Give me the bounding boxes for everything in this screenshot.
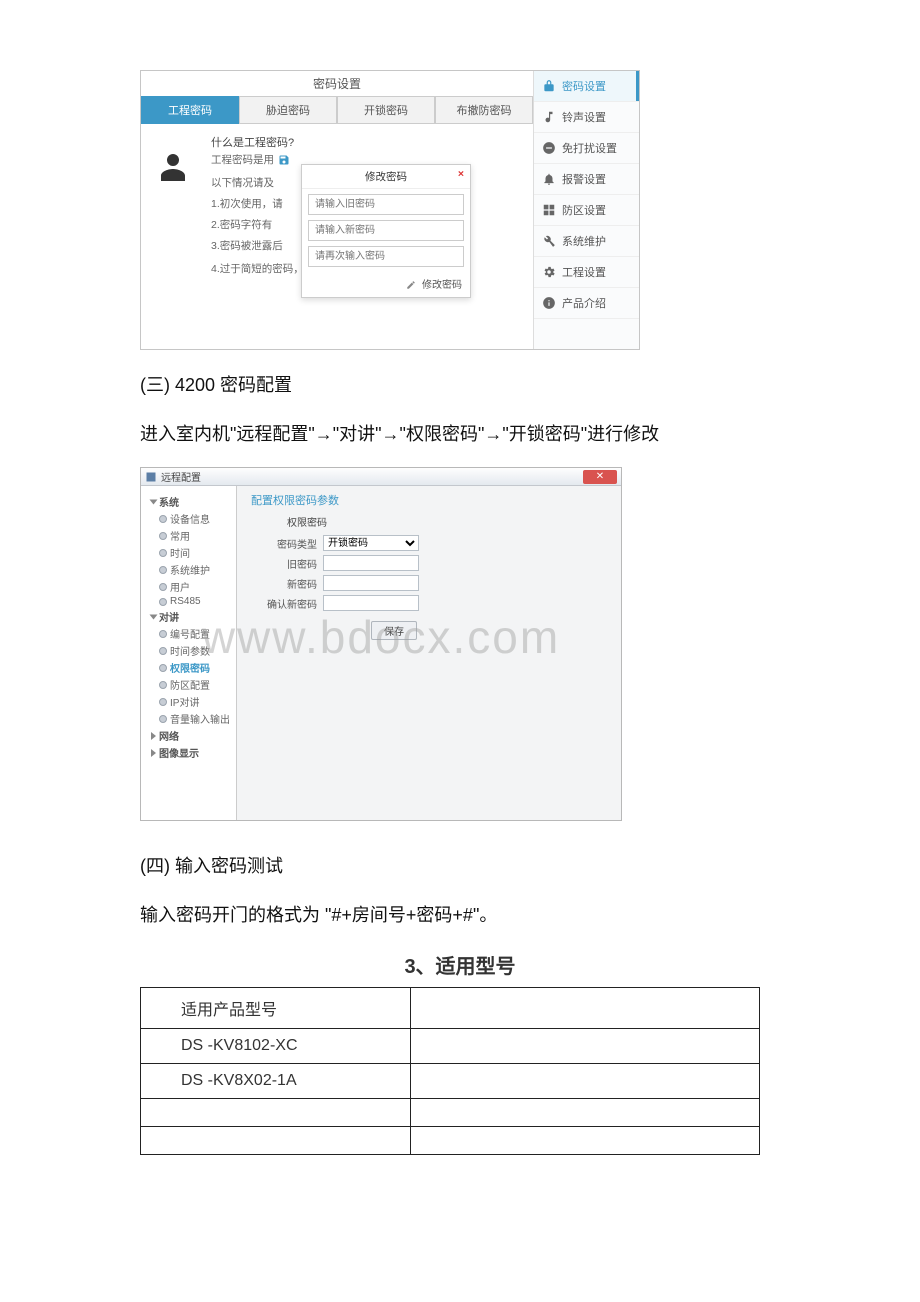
music-icon (542, 110, 556, 124)
lbl-new: 新密码 (251, 576, 317, 591)
tree-group-image[interactable]: 图像显示 (151, 745, 234, 760)
desc-text: 工程密码是用 (211, 152, 274, 167)
dnd-icon (542, 141, 556, 155)
save-icon (278, 154, 290, 166)
remote-config-window: 远程配置 ✕ 系统 设备信息 常用 时间 系统维护 用户 RS485 (140, 467, 622, 821)
settings-sidemenu: 密码设置 铃声设置 免打扰设置 报警设置 防区设置 系统维护 (533, 71, 639, 349)
question-text: 什么是工程密码? (211, 134, 523, 150)
tree-group-system[interactable]: 系统 (151, 494, 234, 509)
tab-engineering[interactable]: 工程密码 (141, 96, 239, 124)
side-label: 防区设置 (562, 202, 606, 218)
modal-title: 修改密码 (365, 169, 407, 184)
side-maint[interactable]: 系统维护 (534, 226, 639, 257)
tree-item[interactable]: 常用 (159, 528, 234, 543)
tree-item[interactable]: 设备信息 (159, 511, 234, 526)
wrench-icon (542, 234, 556, 248)
tree-item[interactable]: RS485 (159, 596, 234, 607)
tab-duress[interactable]: 胁迫密码 (239, 96, 337, 124)
section4-title: (四) 输入密码测试 (140, 851, 780, 882)
side-label: 工程设置 (562, 264, 606, 280)
section3-title: (三) 4200 密码配置 (140, 370, 780, 401)
confirm-password-input[interactable] (308, 246, 464, 267)
config-tree: 系统 设备信息 常用 时间 系统维护 用户 RS485 对讲 (141, 486, 237, 820)
side-label: 系统维护 (562, 233, 606, 249)
side-alarm[interactable]: 报警设置 (534, 164, 639, 195)
side-password[interactable]: 密码设置 (534, 71, 639, 102)
pwd-type-select[interactable]: 开锁密码 (323, 535, 419, 551)
avatar-icon (155, 146, 191, 186)
modal-action[interactable]: 修改密码 (422, 280, 462, 291)
panel-title: 密码设置 (141, 71, 533, 96)
side-ringtone[interactable]: 铃声设置 (534, 102, 639, 133)
lbl-type: 密码类型 (251, 536, 317, 551)
tree-item[interactable]: 音量输入输出 (159, 711, 234, 726)
tree-group-intercom[interactable]: 对讲 (151, 609, 234, 624)
tree-item[interactable]: 系统维护 (159, 562, 234, 577)
tree-item[interactable]: 时间参数 (159, 643, 234, 658)
tree-item[interactable]: IP对讲 (159, 694, 234, 709)
tree-item[interactable]: 防区配置 (159, 677, 234, 692)
close-icon[interactable]: ✕ (583, 470, 617, 484)
lbl-confirm: 确认新密码 (251, 596, 317, 611)
side-label: 产品介绍 (562, 295, 606, 311)
cfg-subtitle: 权限密码 (287, 514, 607, 529)
side-label: 免打扰设置 (562, 140, 617, 156)
side-label: 铃声设置 (562, 109, 606, 125)
gear-icon (542, 265, 556, 279)
cfg-title: 配置权限密码参数 (251, 492, 607, 508)
tree-group-network[interactable]: 网络 (151, 728, 234, 743)
change-password-modal: 修改密码 × 修改密码 (301, 164, 471, 298)
old-pwd-input[interactable] (323, 555, 419, 571)
models-heading: 3、适用型号 (140, 950, 780, 979)
window-title: 远程配置 (161, 469, 201, 484)
table-row: DS -KV8X02-1A (141, 1064, 411, 1099)
section3-text: 进入室内机"远程配置"→"对讲"→"权限密码"→"开锁密码"进行修改 (140, 419, 780, 450)
bell-icon (542, 172, 556, 186)
save-button[interactable]: 保存 (371, 621, 417, 640)
info-icon (542, 296, 556, 310)
tree-item[interactable]: 编号配置 (159, 626, 234, 641)
password-settings-panel: 密码设置 工程密码 胁迫密码 开锁密码 布撤防密码 什么是工程密码? 工程密码是… (140, 70, 640, 350)
app-icon (145, 471, 157, 483)
new-pwd-input[interactable] (323, 575, 419, 591)
old-password-input[interactable] (308, 194, 464, 215)
table-row: DS -KV8102-XC (141, 1029, 411, 1064)
tab-unlock[interactable]: 开锁密码 (337, 96, 435, 124)
lbl-old: 旧密码 (251, 556, 317, 571)
tree-item[interactable]: 用户 (159, 579, 234, 594)
tree-item-permpwd[interactable]: 权限密码 (159, 660, 234, 675)
side-about[interactable]: 产品介绍 (534, 288, 639, 319)
side-eng[interactable]: 工程设置 (534, 257, 639, 288)
grid-icon (542, 203, 556, 217)
close-icon[interactable]: × (458, 168, 464, 180)
side-zone[interactable]: 防区设置 (534, 195, 639, 226)
pencil-icon (406, 280, 416, 290)
side-label: 密码设置 (562, 78, 606, 94)
lock-icon (542, 79, 556, 93)
confirm-pwd-input[interactable] (323, 595, 419, 611)
side-dnd[interactable]: 免打扰设置 (534, 133, 639, 164)
tab-armdisarm[interactable]: 布撤防密码 (435, 96, 533, 124)
side-label: 报警设置 (562, 171, 606, 187)
new-password-input[interactable] (308, 220, 464, 241)
models-table: 适用产品型号 DS -KV8102-XC DS -KV8X02-1A (140, 987, 760, 1155)
password-tabs: 工程密码 胁迫密码 开锁密码 布撤防密码 (141, 96, 533, 124)
table-row (141, 1127, 411, 1155)
section4-text: 输入密码开门的格式为 "#+房间号+密码+#"。 (140, 900, 780, 931)
tree-item[interactable]: 时间 (159, 545, 234, 560)
table-row (141, 1099, 411, 1127)
table-header: 适用产品型号 (141, 988, 411, 1029)
